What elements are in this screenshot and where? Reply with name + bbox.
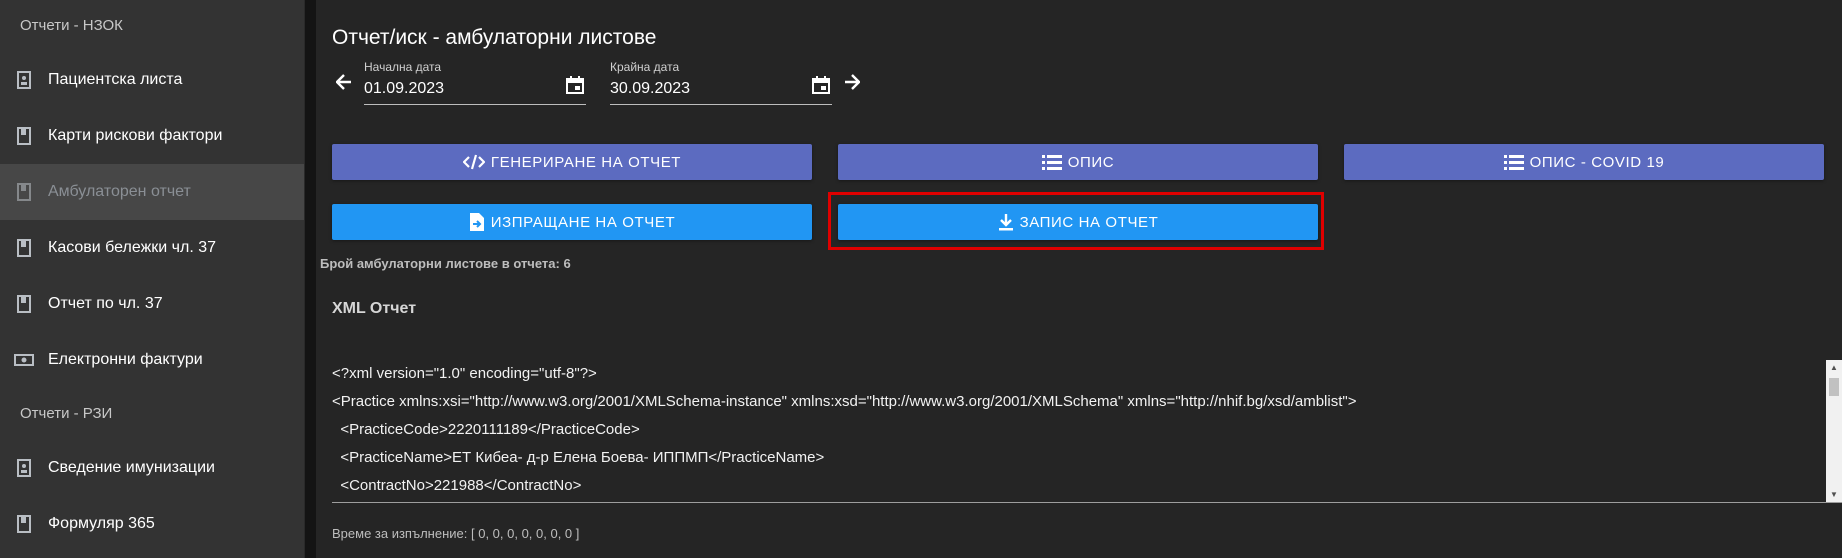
sidebar-item-risk-cards[interactable]: Карти рискови фактори xyxy=(0,108,304,164)
main-content: Отчет/иск - амбулаторни листове Начална … xyxy=(316,0,1842,558)
send-report-button[interactable]: ИЗПРАЩАНЕ НА ОТЧЕТ xyxy=(332,204,812,240)
book-icon xyxy=(14,126,34,146)
report-count-text: Брой амбулаторни листове в отчета: 6 xyxy=(320,256,571,271)
calendar-icon[interactable] xyxy=(566,76,584,99)
sidebar-item-label: Електронни фактури xyxy=(48,351,203,368)
sidebar-divider xyxy=(305,0,316,558)
description-button[interactable]: ОПИС xyxy=(838,144,1318,180)
arrow-left-icon[interactable] xyxy=(335,74,352,95)
sidebar-item-label: Формуляр 365 xyxy=(48,515,155,532)
save-report-button[interactable]: ЗАПИС НА ОТЧЕТ xyxy=(838,204,1318,240)
xml-line: <PracticeCode>2220111189</PracticeCode> xyxy=(332,421,640,438)
save-report-label: ЗАПИС НА ОТЧЕТ xyxy=(1019,213,1159,231)
scroll-up-icon[interactable]: ▲ xyxy=(1830,363,1838,372)
sidebar-item-patient-list[interactable]: Пациентска листа xyxy=(0,52,304,108)
start-date-value[interactable]: 01.09.2023 xyxy=(364,80,586,98)
sidebar-item-ambulatory-report[interactable]: Амбулаторен отчет xyxy=(0,164,304,220)
sidebar: Отчети - НЗОК Пациентска листа Карти рис… xyxy=(0,0,305,558)
code-icon xyxy=(462,154,485,170)
book-icon xyxy=(14,514,34,534)
generate-report-label: ГЕНЕРИРАНЕ НА ОТЧЕТ xyxy=(490,153,682,171)
start-date-field[interactable]: Начална дата 01.09.2023 xyxy=(364,60,586,105)
start-date-label: Начална дата xyxy=(364,60,442,74)
sidebar-item-e-invoices[interactable]: Електронни фактури xyxy=(0,332,304,388)
execution-time: Време за изпълнение: [ 0, 0, 0, 0, 0, 0,… xyxy=(332,526,580,541)
cash-icon xyxy=(14,350,34,370)
sidebar-item-label: Карти рискови фактори xyxy=(48,127,223,144)
send-report-label: ИЗПРАЩАНЕ НА ОТЧЕТ xyxy=(490,213,676,231)
description-covid-button[interactable]: ОПИС - COVID 19 xyxy=(1344,144,1824,180)
section-title-rzi: Отчети - РЗИ xyxy=(20,405,113,422)
book-icon xyxy=(14,294,34,314)
page-title: Отчет/иск - амбулаторни листове xyxy=(332,26,657,49)
xml-textarea[interactable]: <?xml version="1.0" encoding="utf-8"?> <… xyxy=(332,360,1842,503)
generate-report-button[interactable]: ГЕНЕРИРАНЕ НА ОТЧЕТ xyxy=(332,144,812,180)
end-date-value[interactable]: 30.09.2023 xyxy=(610,80,832,98)
scroll-down-icon[interactable]: ▼ xyxy=(1830,490,1838,499)
xml-line: <Practice xmlns:xsi="http://www.w3.org/2… xyxy=(332,393,1357,410)
sidebar-item-label: Пациентска листа xyxy=(48,71,183,88)
file-send-icon xyxy=(469,212,485,232)
xml-line: <PracticeName>ЕТ Кибеа- д-р Елена Боева-… xyxy=(332,449,825,466)
scrollbar-thumb[interactable] xyxy=(1829,378,1839,396)
sidebar-item-receipts[interactable]: Касови бележки чл. 37 xyxy=(0,220,304,276)
scrollbar[interactable]: ▲ ▼ xyxy=(1826,360,1842,502)
sidebar-item-label: Отчет по чл. 37 xyxy=(48,295,163,312)
section-title-nzok: Отчети - НЗОК xyxy=(20,17,123,34)
list-icon xyxy=(1041,154,1062,170)
sidebar-item-label: Касови бележки чл. 37 xyxy=(48,239,217,256)
book-icon xyxy=(14,182,34,202)
xml-line: <?xml version="1.0" encoding="utf-8"?> xyxy=(332,365,597,382)
book-icon xyxy=(14,238,34,258)
list-icon xyxy=(1503,154,1524,170)
contact-card-icon xyxy=(14,70,34,90)
report-card: Отчет/иск - амбулаторни листове Начална … xyxy=(316,0,1842,558)
end-date-field[interactable]: Крайна дата 30.09.2023 xyxy=(610,60,832,105)
sidebar-item-art37-report[interactable]: Отчет по чл. 37 xyxy=(0,276,304,332)
sidebar-item-label: Сведение имунизации xyxy=(48,459,215,476)
end-date-label: Крайна дата xyxy=(610,60,680,74)
description-covid-label: ОПИС - COVID 19 xyxy=(1529,153,1665,171)
sidebar-item-immunization[interactable]: Сведение имунизации xyxy=(0,440,304,496)
sidebar-item-label: Амбулаторен отчет xyxy=(48,183,191,200)
description-label: ОПИС xyxy=(1067,153,1115,171)
download-icon xyxy=(998,213,1014,231)
contact-card-icon xyxy=(14,458,34,478)
sidebar-item-form-365[interactable]: Формуляр 365 xyxy=(0,496,304,552)
xml-title: XML Отчет xyxy=(332,300,417,317)
xml-line: <ContractNo>221988</ContractNo> xyxy=(332,477,582,494)
arrow-right-icon[interactable] xyxy=(844,74,861,95)
calendar-icon[interactable] xyxy=(812,76,830,99)
